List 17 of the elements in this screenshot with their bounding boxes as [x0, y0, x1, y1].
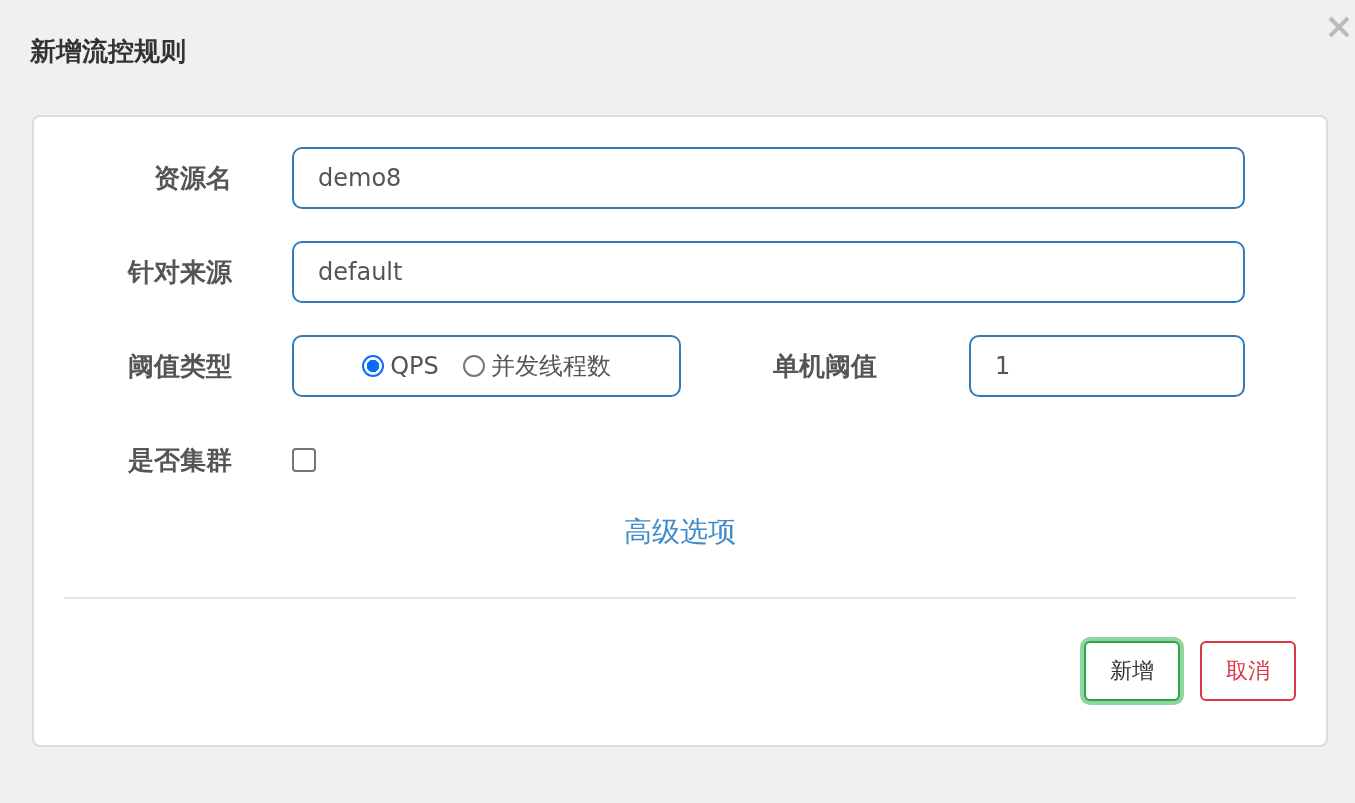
input-field[interactable]: demo8	[292, 147, 1245, 209]
dialog-title: 新增流控规则	[30, 35, 186, 68]
checkbox[interactable]	[292, 448, 316, 472]
add-button[interactable]: 新增	[1084, 641, 1180, 701]
field-label: 阈值类型	[127, 349, 232, 383]
field-label: 资源名	[153, 161, 232, 195]
field-label: 是否集群	[127, 443, 232, 477]
radio-label[interactable]: 并发线程数	[490, 350, 611, 382]
radio-button[interactable]	[362, 355, 385, 377]
input-field[interactable]: default	[292, 241, 1245, 303]
advanced-options-link[interactable]: 高级选项	[624, 513, 736, 551]
field-label: 针对来源	[126, 255, 232, 289]
cancel-button[interactable]: 取消	[1200, 641, 1296, 701]
field-label: 单机阈值	[772, 349, 878, 383]
radio-label[interactable]: QPS	[390, 352, 439, 380]
radio-button[interactable]	[462, 355, 485, 377]
input-field[interactable]: 1	[969, 335, 1245, 397]
